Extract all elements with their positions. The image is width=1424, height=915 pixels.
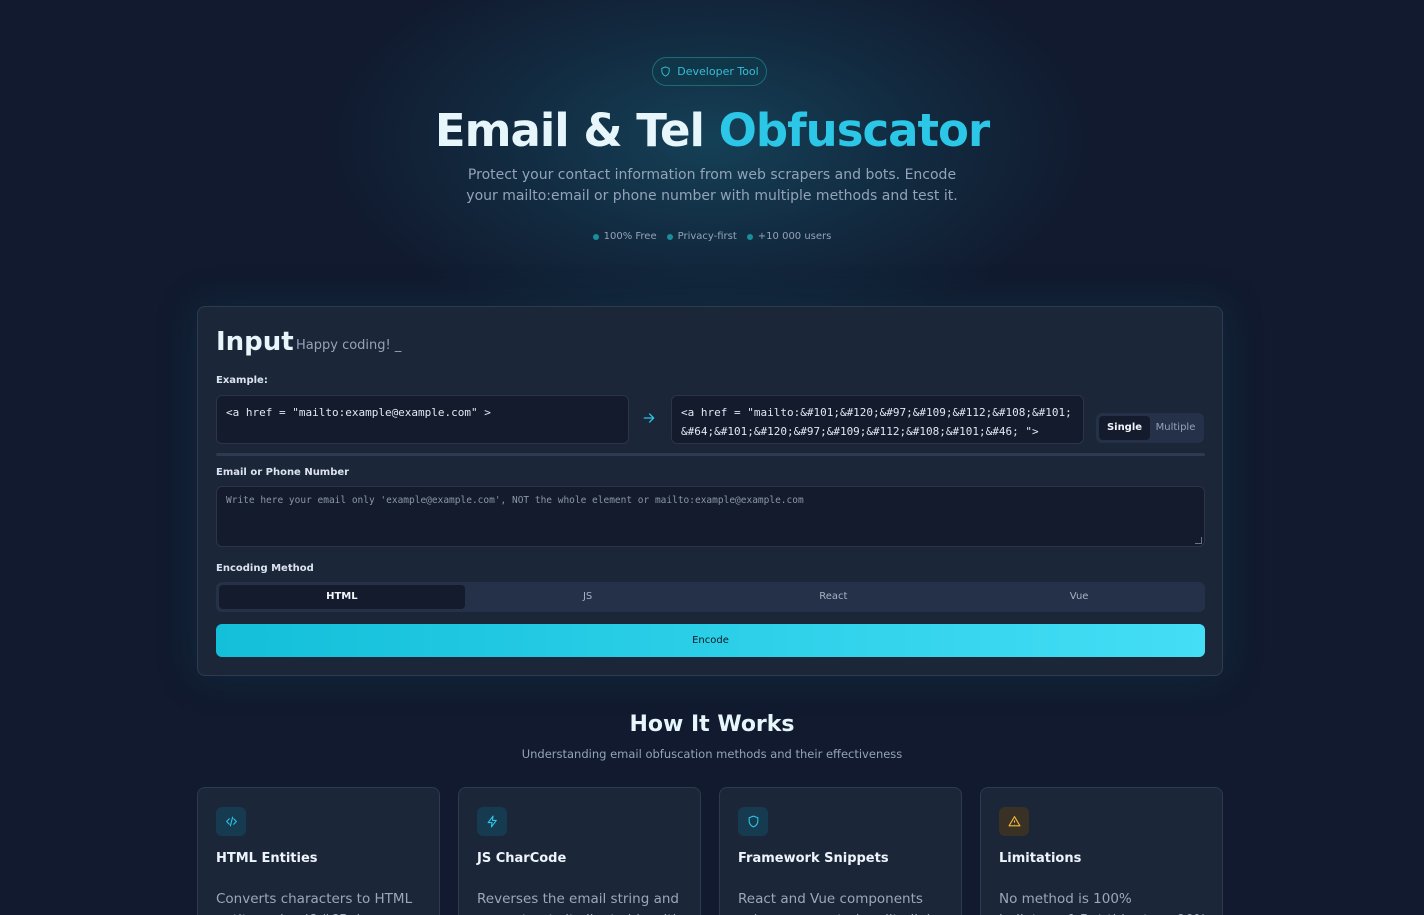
feature-text: React and Vue components using a compute…	[738, 891, 934, 915]
section-divider	[216, 453, 1205, 456]
resize-handle[interactable]	[1195, 537, 1202, 544]
feature-title: Limitations	[999, 851, 1082, 866]
encoding-method-tabs: HTML JS React Vue	[216, 582, 1205, 612]
stat-label: 100% Free	[603, 231, 657, 242]
code-icon	[216, 807, 246, 836]
mode-multiple-button[interactable]: Multiple	[1150, 416, 1201, 440]
page-title: Email & Tel Obfuscator	[0, 104, 1424, 157]
developer-tool-badge: Developer Tool	[652, 57, 767, 86]
warning-icon	[999, 807, 1029, 836]
mode-single-button[interactable]: Single	[1099, 416, 1150, 440]
example-output-line-1: <a href = "mailto:&#101;&#120;&#97;&#109…	[681, 406, 1072, 419]
feature-title: HTML Entities	[216, 851, 318, 866]
title-main: Email & Tel	[434, 104, 719, 157]
stat-dot	[746, 233, 753, 240]
stat-label: +10 000 users	[757, 231, 832, 242]
feature-card-framework-snippets: Framework Snippets React and Vue compone…	[719, 787, 962, 915]
stat-dot	[666, 233, 673, 240]
example-output-line-2: &#64;&#101;&#120;&#97;&#109;&#112;&#108;…	[681, 425, 1039, 438]
how-it-works-subtitle: Understanding email obfuscation methods …	[521, 747, 903, 761]
input-title: Input	[216, 327, 294, 357]
tab-js[interactable]: JS	[465, 585, 711, 609]
example-input-box: <a href = "mailto:example@example.com" >	[216, 395, 629, 444]
hero-stats: 100% Free Privacy-first +10 000 users	[0, 231, 1424, 242]
feature-card-limitations: Limitations No method is 100% bulletproo…	[980, 787, 1223, 915]
badge-label: Developer Tool	[677, 65, 759, 78]
input-card: Input Happy coding! _ Example: <a href =…	[197, 306, 1223, 676]
feature-card-html-entities: HTML Entities Converts characters to HTM…	[197, 787, 440, 915]
feature-title: Framework Snippets	[738, 851, 889, 866]
example-label: Example:	[216, 375, 268, 386]
arrow-right-icon	[643, 413, 655, 423]
stat-dot	[592, 233, 599, 240]
zap-icon	[477, 807, 507, 836]
feature-text: Converts characters to HTML entity codes…	[216, 891, 418, 915]
example-input-code: <a href = "mailto:example@example.com" >	[226, 406, 491, 419]
stat-label: Privacy-first	[677, 231, 737, 242]
stat-users: +10 000 users	[746, 231, 832, 242]
input-placeholder: Write here your email only 'example@exam…	[226, 495, 804, 506]
title-accent: Obfuscator	[718, 104, 991, 157]
stat-privacy: Privacy-first	[666, 231, 737, 242]
tab-html[interactable]: HTML	[219, 585, 465, 609]
shield-icon	[661, 66, 670, 77]
field-label: Email or Phone Number	[216, 467, 350, 478]
tab-react[interactable]: React	[711, 585, 957, 609]
tab-vue[interactable]: Vue	[956, 585, 1202, 609]
shield-icon	[738, 807, 768, 836]
how-it-works-title: How It Works	[629, 712, 795, 737]
hero-subtitle: Protect your contact information from we…	[466, 167, 958, 204]
method-label: Encoding Method	[216, 563, 314, 574]
example-output-box: <a href = "mailto:&#101;&#120;&#97;&#109…	[671, 395, 1084, 444]
stat-free: 100% Free	[592, 231, 657, 242]
encode-button[interactable]: Encode	[216, 624, 1205, 657]
feature-card-js-charcode: JS CharCode Reverses the email string an…	[458, 787, 701, 915]
feature-title: JS CharCode	[477, 851, 567, 866]
feature-text: No method is 100% bulletproof. But this …	[999, 891, 1207, 915]
email-phone-input[interactable]: Write here your email only 'example@exam…	[216, 486, 1205, 547]
mode-toggle: Single Multiple	[1096, 413, 1204, 443]
typing-text: Happy coding! _	[296, 338, 402, 353]
feature-text: Reverses the email string and reconstruc…	[477, 891, 681, 915]
